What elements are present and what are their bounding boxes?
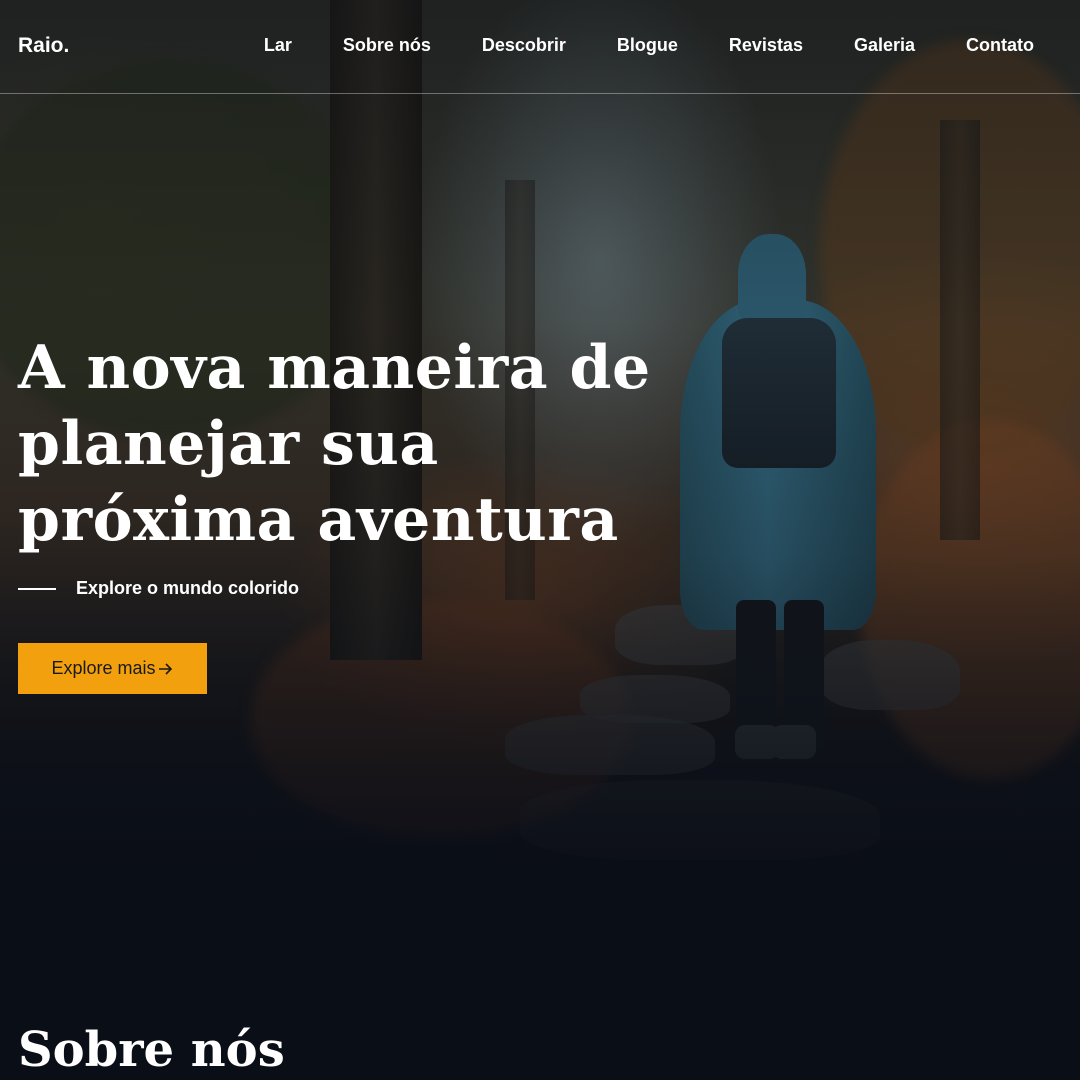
nav-item-blogue[interactable]: Blogue [617,35,678,56]
hero-subheading: Explore o mundo colorido [18,578,299,599]
nav-item-sobre-nos[interactable]: Sobre nós [343,35,431,56]
explore-more-label: Explore mais [51,658,156,678]
about-section: Sobre nós [0,925,1080,1080]
nav-item-contato[interactable]: Contato [966,35,1034,56]
arrow-right-icon [158,662,172,675]
nav-item-lar[interactable]: Lar [264,35,292,56]
brand-logo[interactable]: Raio. [18,34,69,58]
nav-links: Lar Sobre nós Descobrir Blogue Revistas … [264,35,1034,56]
hero-section: Raio. Lar Sobre nós Descobrir Blogue Rev… [0,0,1080,925]
nav-item-descobrir[interactable]: Descobrir [482,35,566,56]
top-navigation: Raio. Lar Sobre nós Descobrir Blogue Rev… [0,0,1080,94]
subheading-divider [18,587,56,590]
about-title: Sobre nós [18,1022,285,1078]
nav-item-revistas[interactable]: Revistas [729,35,803,56]
hero-headline: A nova maneira de planejar sua próxima a… [18,333,651,555]
nav-item-galeria[interactable]: Galeria [854,35,915,56]
explore-more-button[interactable]: Explore mais [18,643,207,694]
subheading-text: Explore o mundo colorido [76,578,300,598]
